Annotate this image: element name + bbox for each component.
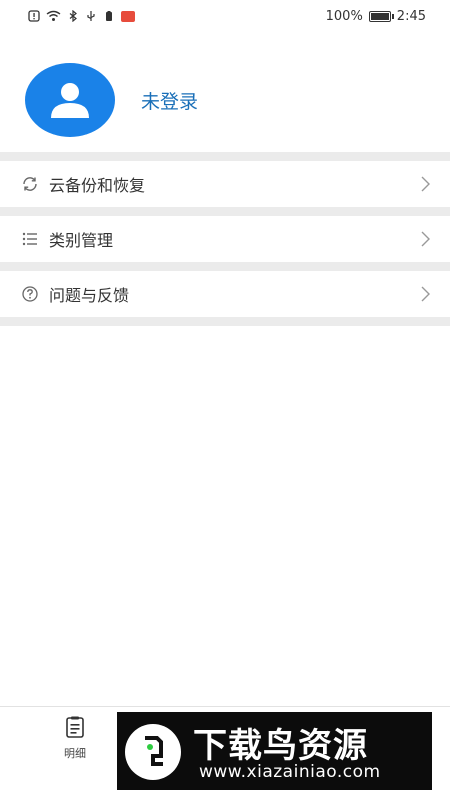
menu-item-category-management[interactable]: 类别管理 (0, 216, 450, 262)
usb-icon (87, 11, 95, 21)
tab-label: 明细 (64, 747, 86, 760)
bluetooth-icon (69, 10, 77, 22)
watermark-title: 下载鸟资源 (193, 726, 368, 766)
avatar[interactable] (25, 63, 115, 137)
login-status[interactable]: 未登录 (141, 87, 198, 114)
status-icons-left (28, 10, 135, 22)
section-divider (0, 207, 450, 216)
sync-icon (20, 174, 40, 194)
section-divider (0, 152, 450, 161)
wifi-icon (46, 10, 61, 21)
status-bar: 100% 2:45 (0, 0, 450, 32)
section-divider (0, 317, 450, 326)
menu-item-label: 问题与反馈 (49, 286, 130, 305)
alert-icon (28, 10, 40, 22)
profile-header[interactable]: 未登录 (0, 50, 450, 150)
chevron-right-icon (421, 286, 430, 302)
section-divider (0, 262, 450, 271)
menu-item-feedback[interactable]: 问题与反馈 (0, 271, 450, 317)
clock: 2:45 (396, 8, 426, 24)
question-circle-icon (20, 284, 40, 304)
menu-item-cloud-backup[interactable]: 云备份和恢复 (0, 161, 450, 207)
user-icon (51, 83, 89, 118)
notification-badge-icon (121, 10, 135, 22)
menu-item-label: 云备份和恢复 (49, 176, 146, 195)
watermark-banner: 下载鸟资源 www.xiazainiao.com (117, 712, 432, 790)
list-icon (20, 229, 40, 249)
menu-item-label: 类别管理 (49, 231, 114, 250)
chevron-right-icon (421, 176, 430, 192)
watermark-url: www.xiazainiao.com (199, 762, 381, 782)
chevron-right-icon (421, 231, 430, 247)
sim-battery-icon (106, 11, 112, 21)
tab-detail[interactable]: 明细 (52, 715, 98, 761)
status-icons-right: 100% 2:45 (326, 9, 426, 24)
battery-icon (368, 10, 394, 22)
bird-logo-icon (125, 724, 181, 780)
battery-percent: 100% (325, 8, 363, 24)
document-list-icon (66, 716, 84, 738)
